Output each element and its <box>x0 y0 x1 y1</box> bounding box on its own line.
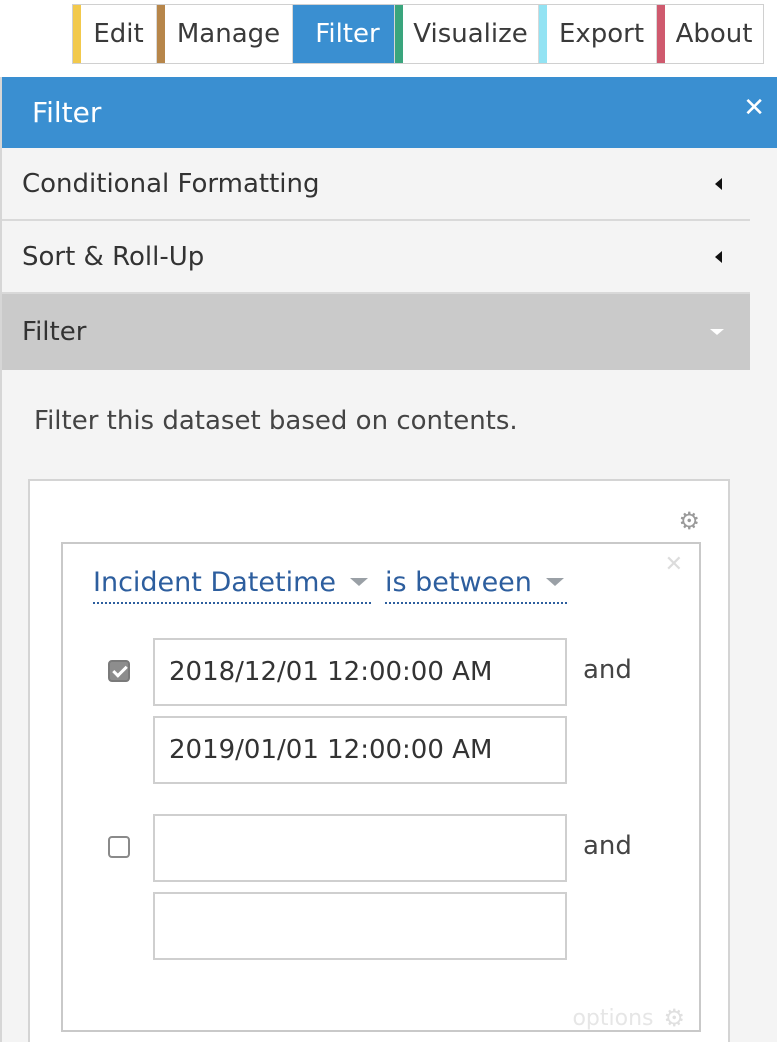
accordion-sort-rollup-label: Sort & Roll-Up <box>22 241 205 272</box>
condition-1-from-input[interactable]: 2018/12/01 12:00:00 AM <box>153 638 567 706</box>
condition-1-and-label: and <box>583 655 632 685</box>
tab-filter-stripe <box>293 5 301 63</box>
chevron-down-icon <box>350 578 368 586</box>
gear-icon[interactable]: ⚙ <box>678 507 700 535</box>
tab-about[interactable]: About <box>657 5 763 63</box>
tab-manage[interactable]: Manage <box>157 5 293 63</box>
condition-1-to-input[interactable]: 2019/01/01 12:00:00 AM <box>153 716 567 784</box>
tab-export[interactable]: Export <box>539 5 657 63</box>
filter-panel: Filter ✕ Conditional Formatting Sort & R… <box>0 77 777 1042</box>
condition-2-from-input[interactable] <box>153 814 567 882</box>
condition-1-checkbox[interactable] <box>108 660 130 682</box>
tab-edit[interactable]: Edit <box>73 5 157 63</box>
panel-title: Filter <box>32 96 102 129</box>
column-select[interactable]: Incident Datetime <box>93 562 371 604</box>
caret-left-icon <box>715 177 722 190</box>
tab-about-stripe <box>657 5 665 63</box>
chevron-down-icon <box>545 578 564 586</box>
tab-export-stripe <box>539 5 547 63</box>
tab-visualize[interactable]: Visualize <box>395 5 539 63</box>
tab-edit-stripe <box>73 5 81 63</box>
tab-visualize-label: Visualize <box>413 19 528 49</box>
tab-export-label: Export <box>558 19 645 49</box>
operator-select[interactable]: is between <box>385 562 567 604</box>
tab-filter[interactable]: Filter <box>293 5 395 63</box>
tab-filter-label: Filter <box>315 19 380 49</box>
app-root: Edit Manage Filter Visualize Export Abou… <box>0 0 777 1042</box>
accordion-conditional-formatting[interactable]: Conditional Formatting <box>2 148 750 221</box>
condition-2-and-label: and <box>583 831 632 861</box>
accordion-filter-label: Filter <box>22 317 87 347</box>
tab-manage-label: Manage <box>176 19 281 49</box>
tab-edit-label: Edit <box>93 19 144 49</box>
accordion-sort-rollup[interactable]: Sort & Roll-Up <box>2 221 750 294</box>
tab-about-label: About <box>675 19 753 49</box>
filter-condition-box: ✕ Incident Datetime is between 2018/12/0… <box>61 542 701 1032</box>
top-tab-bar: Edit Manage Filter Visualize Export Abou… <box>72 4 764 64</box>
caret-left-icon <box>715 250 722 263</box>
remove-condition-icon[interactable]: ✕ <box>665 552 683 577</box>
filter-group-box: ⚙ ✕ Incident Datetime is between 2018/12… <box>28 479 730 1042</box>
condition-2-checkbox[interactable] <box>108 836 130 858</box>
options-button[interactable]: options ⚙ <box>572 1004 685 1032</box>
options-label: options <box>572 1005 654 1031</box>
tab-manage-stripe <box>157 5 165 63</box>
close-icon[interactable]: ✕ <box>743 93 765 123</box>
filter-body: Filter this dataset based on contents. ⚙… <box>2 370 750 1042</box>
accordion-filter[interactable]: Filter <box>2 294 750 370</box>
panel-header: Filter ✕ <box>2 77 777 148</box>
caret-down-icon <box>710 329 724 335</box>
column-select-value: Incident Datetime <box>93 566 336 598</box>
condition-2-to-input[interactable] <box>153 892 567 960</box>
accordion-conditional-formatting-label: Conditional Formatting <box>22 168 320 199</box>
gear-icon: ⚙ <box>663 1004 685 1032</box>
tab-visualize-stripe <box>395 5 403 63</box>
operator-select-value: is between <box>385 566 532 598</box>
filter-description: Filter this dataset based on contents. <box>34 406 518 436</box>
